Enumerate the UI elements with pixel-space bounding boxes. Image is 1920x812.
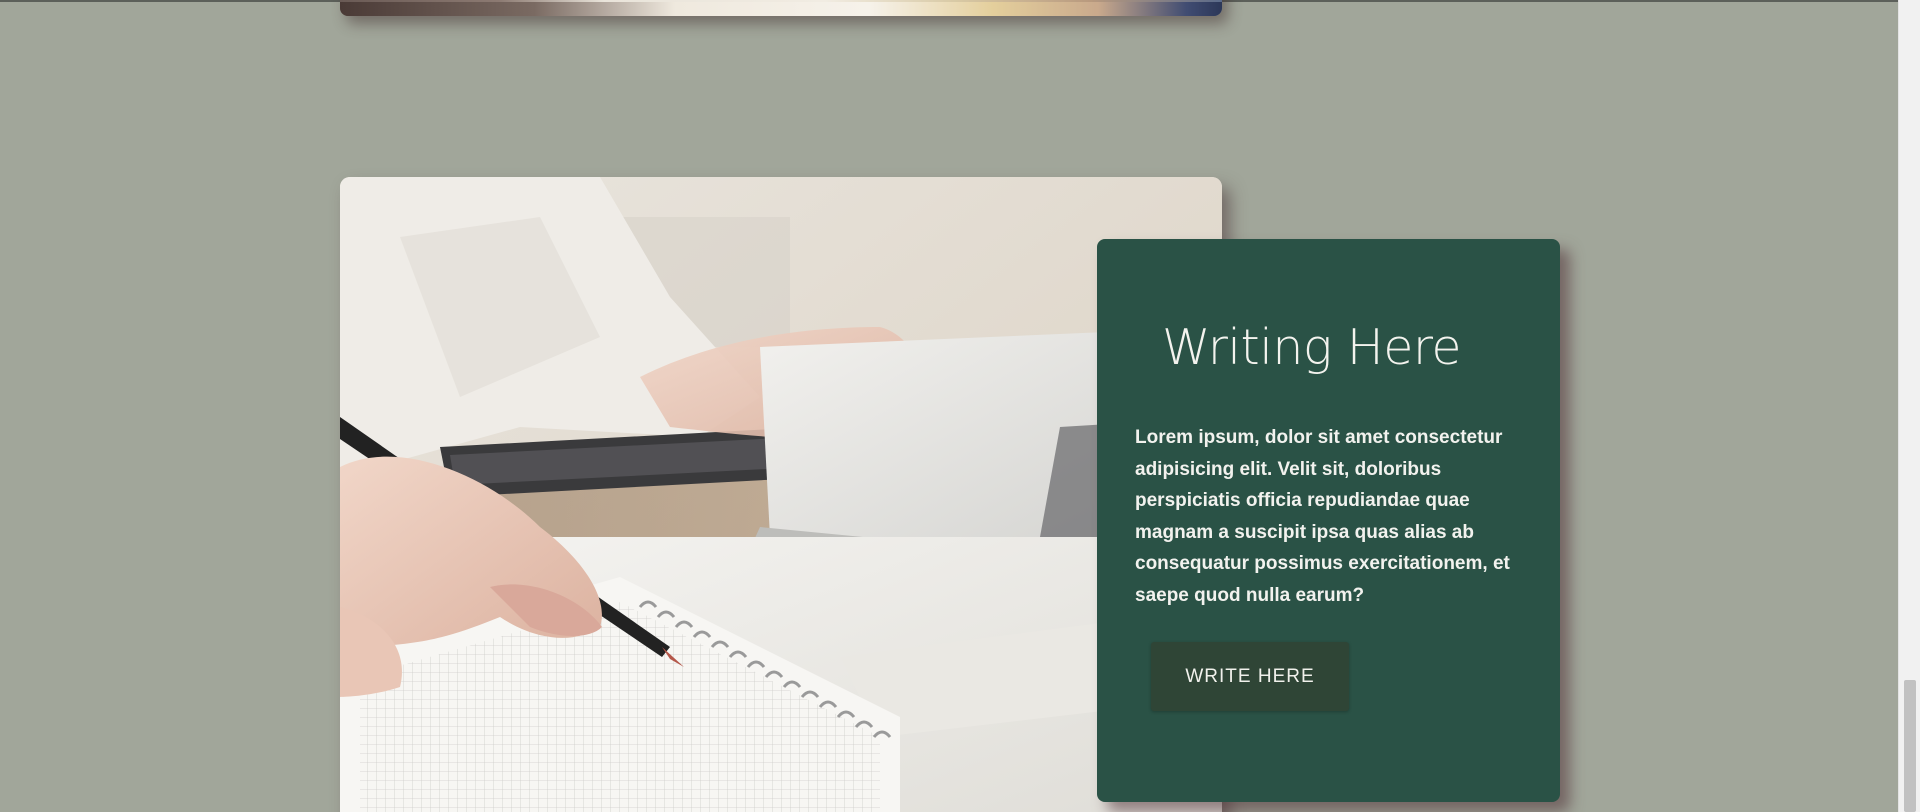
page: Writing Here Lorem ipsum, dolor sit amet…	[0, 0, 1920, 812]
previous-section-image	[340, 0, 1222, 16]
card-title: Writing Here	[1162, 319, 1462, 376]
writing-image	[340, 177, 1222, 812]
write-here-button[interactable]: WRITE HERE	[1151, 642, 1349, 711]
writing-photo-illustration	[340, 177, 1222, 812]
writing-info-card: Writing Here Lorem ipsum, dolor sit amet…	[1097, 239, 1560, 802]
scrollbar-thumb[interactable]	[1904, 680, 1916, 812]
card-description: Lorem ipsum, dolor sit amet consectetur …	[1135, 427, 1510, 606]
previous-image-strip	[340, 2, 1222, 16]
vertical-scrollbar[interactable]	[1898, 0, 1920, 812]
